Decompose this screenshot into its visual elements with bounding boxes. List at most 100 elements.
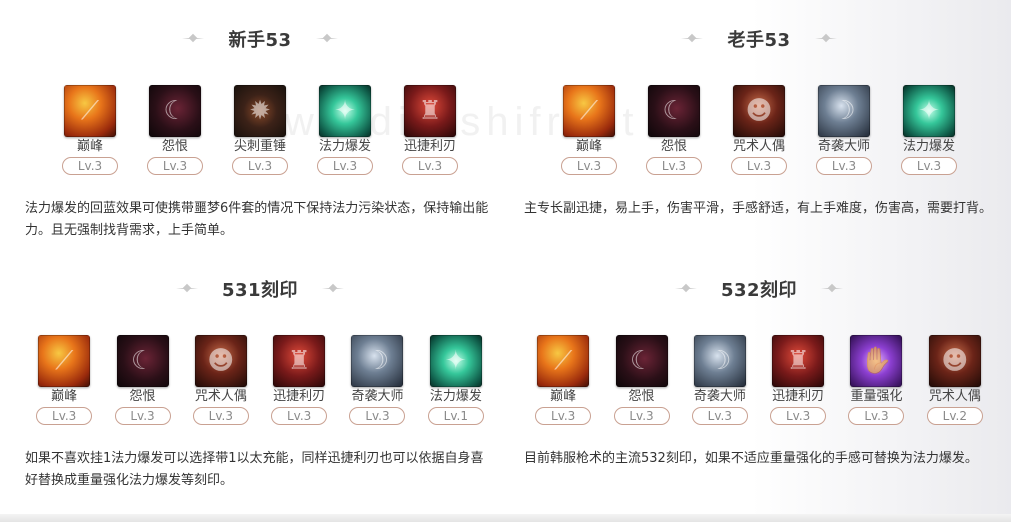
rune-item[interactable]: ♜ 迅捷利刃 Lv.3 <box>266 335 333 425</box>
ambush-master-icon: ☽ <box>693 335 746 387</box>
section-veteran-53: 老手53 ⟋ 巅峰 Lv.3 ☾ 怨恨 Lv.3 ☻ 咒术人偶 Lv.3 ☽ 奇… <box>524 26 994 241</box>
ambush-master-icon: ☽ <box>818 85 870 137</box>
fire-spear-icon: ⟋ <box>38 335 91 387</box>
left-ornament-icon <box>180 32 206 46</box>
section-description: 目前韩服枪术的主流532刻印，如果不适应重量强化的手感可替换为法力爆发。 <box>524 451 978 466</box>
section-title-bar: 532刻印 <box>524 276 994 302</box>
rune-name: 巅峰 <box>575 139 602 154</box>
rune-level-badge: Lv.3 <box>613 407 670 425</box>
rune-name: 怨恨 <box>129 389 156 404</box>
rune-name: 奇袭大师 <box>817 139 870 154</box>
mana-burst-icon: ✦ <box>903 85 955 137</box>
fire-spear-icon: ⟋ <box>563 85 615 137</box>
rune-name: 迅捷利刃 <box>273 389 326 404</box>
rune-level-badge: Lv.3 <box>561 157 617 175</box>
rune-name: 巅峰 <box>550 389 577 404</box>
section-title-bar: 新手53 <box>25 26 495 52</box>
rune-item[interactable]: ✦ 法力爆发 Lv.3 <box>308 85 382 175</box>
rune-name: 咒术人偶 <box>194 389 247 404</box>
rune-list: ⟋ 巅峰 Lv.3 ☾ 怨恨 Lv.3 ✹ 尖刺重锤 Lv.3 ✦ 法力爆发 L… <box>25 85 495 175</box>
beast-icon: ☾ <box>648 85 700 137</box>
left-ornament-icon <box>679 32 705 46</box>
rune-item[interactable]: ☽ 奇袭大师 Lv.3 <box>807 85 881 175</box>
rune-item[interactable]: ☽ 奇袭大师 Lv.3 <box>686 335 753 425</box>
rune-name: 咒术人偶 <box>928 389 981 404</box>
beast-icon: ☾ <box>149 85 201 137</box>
rune-item[interactable]: ☻ 咒术人偶 Lv.3 <box>722 85 796 175</box>
right-ornament-icon <box>314 32 340 46</box>
section-title-bar: 老手53 <box>524 26 994 52</box>
rune-item[interactable]: ✦ 法力爆发 Lv.1 <box>422 335 489 425</box>
rune-item[interactable]: ⟋ 巅峰 Lv.3 <box>31 335 98 425</box>
rune-level-badge: Lv.3 <box>816 157 872 175</box>
section-title: 新手53 <box>228 30 292 51</box>
rune-name: 重量强化 <box>850 389 903 404</box>
rune-item[interactable]: ✹ 尖刺重锤 Lv.3 <box>223 85 297 175</box>
rune-level-badge: Lv.3 <box>317 157 373 175</box>
rune-level-badge: Lv.3 <box>271 407 328 425</box>
rune-item[interactable]: ⟋ 巅峰 Lv.3 <box>530 335 597 425</box>
rune-level-badge: Lv.3 <box>36 407 93 425</box>
rune-item[interactable]: ⟋ 巅峰 Lv.3 <box>53 85 127 175</box>
spiked-mace-icon: ✹ <box>234 85 286 137</box>
rune-item[interactable]: ☾ 怨恨 Lv.3 <box>109 335 176 425</box>
rune-name: 法力爆发 <box>429 389 482 404</box>
rune-level-badge: Lv.3 <box>402 157 458 175</box>
swift-blade-icon: ♜ <box>404 85 456 137</box>
rune-item[interactable]: ✋ 重量强化 Lv.3 <box>843 335 910 425</box>
bottom-divider <box>0 514 1011 522</box>
rune-item[interactable]: ☾ 怨恨 Lv.3 <box>608 335 675 425</box>
section-description: 主专长副迅捷，易上手，伤害平滑，手感舒适，有上手难度，伤害高，需要打背。 <box>524 201 993 216</box>
rune-item[interactable]: ♜ 迅捷利刃 Lv.3 <box>393 85 467 175</box>
swift-blade-icon: ♜ <box>772 335 825 387</box>
rune-level-badge: Lv.1 <box>427 407 484 425</box>
rune-item[interactable]: ☾ 怨恨 Lv.3 <box>637 85 711 175</box>
fire-spear-icon: ⟋ <box>537 335 590 387</box>
rune-level-badge: Lv.3 <box>691 407 748 425</box>
rune-item[interactable]: ☻ 咒术人偶 Lv.2 <box>921 335 988 425</box>
rune-level-badge: Lv.2 <box>926 407 983 425</box>
rune-name: 咒术人偶 <box>732 139 785 154</box>
rune-name: 迅捷利刃 <box>772 389 825 404</box>
rune-level-badge: Lv.3 <box>770 407 827 425</box>
beast-icon: ☾ <box>615 335 668 387</box>
rune-level-badge: Lv.3 <box>731 157 787 175</box>
rune-item[interactable]: ☾ 怨恨 Lv.3 <box>138 85 212 175</box>
rune-name: 奇袭大师 <box>351 389 404 404</box>
rune-name: 迅捷利刃 <box>403 139 456 154</box>
rune-item[interactable]: ☽ 奇袭大师 Lv.3 <box>344 335 411 425</box>
rune-level-badge: Lv.3 <box>535 407 592 425</box>
section-title: 532刻印 <box>720 280 798 301</box>
section-newbie-53: 新手53 ⟋ 巅峰 Lv.3 ☾ 怨恨 Lv.3 ✹ 尖刺重锤 Lv.3 ✦ 法… <box>25 26 495 241</box>
rune-name: 奇袭大师 <box>693 389 746 404</box>
section-532-engraving: 532刻印 ⟋ 巅峰 Lv.3 ☾ 怨恨 Lv.3 ☽ 奇袭大师 Lv.3 ♜ … <box>524 276 994 496</box>
rune-list: ⟋ 巅峰 Lv.3 ☾ 怨恨 Lv.3 ☻ 咒术人偶 Lv.3 ☽ 奇袭大师 L… <box>524 85 994 175</box>
mana-burst-icon: ✦ <box>319 85 371 137</box>
section-title: 531刻印 <box>221 280 299 301</box>
rune-name: 怨恨 <box>660 139 687 154</box>
rune-level-badge: Lv.3 <box>114 407 171 425</box>
rune-level-badge: Lv.3 <box>646 157 702 175</box>
rune-name: 巅峰 <box>76 139 103 154</box>
left-ornament-icon <box>673 282 699 296</box>
rune-level-badge: Lv.3 <box>62 157 118 175</box>
section-531-engraving: 531刻印 ⟋ 巅峰 Lv.3 ☾ 怨恨 Lv.3 ☻ 咒术人偶 Lv.3 ♜ … <box>25 276 495 496</box>
rune-level-badge: Lv.3 <box>147 157 203 175</box>
fire-spear-icon: ⟋ <box>64 85 116 137</box>
rune-item[interactable]: ♜ 迅捷利刃 Lv.3 <box>765 335 832 425</box>
rune-name: 法力爆发 <box>902 139 955 154</box>
swift-blade-icon: ♜ <box>273 335 326 387</box>
section-description: 法力爆发的回蓝效果可使携带噩梦6件套的情况下保持法力污染状态，保持输出能力。且无… <box>25 201 489 238</box>
rune-level-badge: Lv.3 <box>848 407 905 425</box>
rune-name: 怨恨 <box>161 139 188 154</box>
rune-name: 巅峰 <box>51 389 78 404</box>
cursed-doll-icon: ☻ <box>733 85 785 137</box>
rune-item[interactable]: ☻ 咒术人偶 Lv.3 <box>187 335 254 425</box>
right-ornament-icon <box>819 282 845 296</box>
rune-name: 怨恨 <box>628 389 655 404</box>
rune-level-badge: Lv.3 <box>901 157 957 175</box>
right-ornament-icon <box>813 32 839 46</box>
rune-item[interactable]: ✦ 法力爆发 Lv.3 <box>892 85 966 175</box>
rune-item[interactable]: ⟋ 巅峰 Lv.3 <box>552 85 626 175</box>
cursed-doll-icon: ☻ <box>928 335 981 387</box>
